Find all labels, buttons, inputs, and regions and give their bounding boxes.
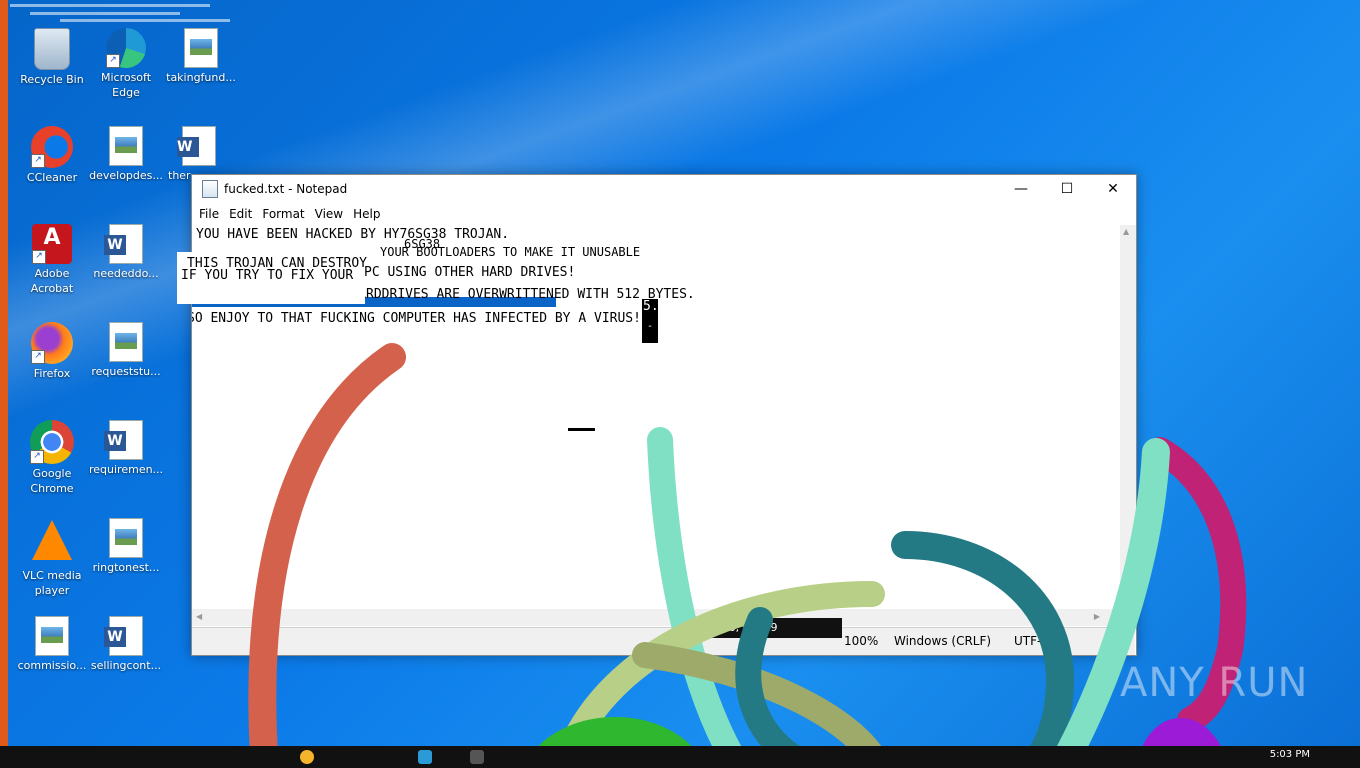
word-file-icon	[104, 224, 143, 264]
desktop-icon-recycle-bin[interactable]: Recycle Bin	[15, 28, 89, 87]
desktop-icon-ccleaner[interactable]: ↗ CCleaner	[15, 126, 89, 185]
menu-file[interactable]: File	[194, 207, 224, 221]
desktop-icon-requiremen[interactable]: requiremen...	[89, 420, 163, 477]
text-line: YOU HAVE BEEN HACKED BY HY76SG38 TROJAN.	[196, 227, 510, 242]
image-file-icon	[109, 518, 143, 558]
notepad-icon	[202, 180, 218, 198]
status-encoding: UTF-8	[1014, 634, 1049, 648]
taskbar: 5:03 PM	[0, 746, 1360, 768]
shortcut-arrow-icon: ↗	[31, 350, 45, 364]
desktop-icon-chrome[interactable]: ↗ Google Chrome	[15, 420, 89, 496]
chrome-icon: ↗	[30, 420, 74, 464]
window-controls: — ☐ ✕	[998, 175, 1136, 203]
clock[interactable]: 5:03 PM	[1270, 750, 1310, 760]
text-line: PC USING OTHER HARD DRIVES!	[364, 265, 576, 280]
vertical-scrollbar[interactable]	[1120, 225, 1136, 609]
word-file-icon	[104, 420, 143, 460]
text-cursor-artifact	[568, 428, 595, 431]
word-file-icon	[104, 616, 143, 656]
minimize-button[interactable]: —	[998, 175, 1044, 203]
close-button[interactable]: ✕	[1090, 175, 1136, 203]
acrobat-icon: ↗	[32, 224, 72, 264]
recycle-bin-icon	[34, 28, 70, 70]
desktop-icon-firefox[interactable]: ↗ Firefox	[15, 322, 89, 381]
notepad-window[interactable]: fucked.txt - Notepad — ☐ ✕ File Edit For…	[191, 174, 1137, 656]
glitch-text-box: THIS TROJAN CAN DESTROY IF YOU TRY TO FI…	[177, 252, 367, 304]
text-line: IF YOU TRY TO FIX YOUR	[181, 268, 354, 283]
status-bar: 100% Windows (CRLF) UTF-8	[192, 627, 1135, 655]
weather-icon[interactable]	[300, 750, 314, 764]
desktop-icon-developdes[interactable]: developdes...	[89, 126, 163, 183]
text-line: 5.	[643, 299, 659, 314]
window-title: fucked.txt - Notepad	[224, 182, 348, 196]
desktop-icon-requeststu[interactable]: requeststu...	[89, 322, 163, 379]
desktop-icon-ringtonest[interactable]: ringtonest...	[89, 518, 163, 575]
horizontal-scrollbar[interactable]	[192, 609, 1120, 626]
text-line: SO ENJOY TO THAT FUCKING COMPUTER HAS IN…	[192, 311, 641, 326]
desktop-icon-vlc[interactable]: VLC media player	[15, 518, 89, 598]
image-file-icon	[35, 616, 69, 656]
menu-view[interactable]: View	[310, 207, 348, 221]
status-position-tooltip: Ln 6, Col 59	[704, 618, 842, 638]
edge-taskbar-icon[interactable]	[418, 750, 432, 764]
text-line: -	[647, 321, 654, 332]
screen-glitch-strip	[0, 0, 8, 746]
title-bar[interactable]: fucked.txt - Notepad — ☐ ✕	[192, 175, 1136, 203]
image-file-icon	[109, 322, 143, 362]
desktop-icon-edge[interactable]: ↗ Microsoft Edge	[89, 28, 163, 100]
shortcut-arrow-icon: ↗	[30, 450, 44, 464]
shortcut-arrow-icon: ↗	[106, 54, 120, 68]
status-zoom: 100%	[844, 634, 879, 648]
vlc-icon	[32, 520, 72, 560]
edge-icon: ↗	[106, 28, 146, 68]
menu-edit[interactable]: Edit	[224, 207, 257, 221]
menu-format[interactable]: Format	[257, 207, 309, 221]
shortcut-arrow-icon: ↗	[32, 250, 46, 264]
top-glitch-artifact	[0, 0, 250, 26]
menu-bar: File Edit Format View Help	[192, 203, 1136, 225]
word-file-icon	[177, 126, 216, 166]
ccleaner-icon: ↗	[31, 126, 73, 168]
firefox-icon: ↗	[31, 322, 73, 364]
taskbar-app-icon[interactable]	[470, 750, 484, 764]
image-file-icon	[184, 28, 218, 68]
text-line: YOUR BOOTLOADERS TO MAKE IT UNUSABLE	[380, 245, 641, 259]
status-line-ending: Windows (CRLF)	[894, 634, 992, 648]
maximize-button[interactable]: ☐	[1044, 175, 1090, 203]
desktop-icon-acrobat[interactable]: ↗ Adobe Acrobat	[15, 224, 89, 296]
image-file-icon	[109, 126, 143, 166]
menu-help[interactable]: Help	[348, 207, 385, 221]
desktop-icon-neededdo[interactable]: neededdo...	[89, 224, 163, 281]
anyrun-watermark: ANY RUN	[1120, 660, 1309, 706]
desktop-icon-commissio[interactable]: commissio...	[15, 616, 89, 673]
desktop-icon-sellingcont[interactable]: sellingcont...	[89, 616, 163, 673]
shortcut-arrow-icon: ↗	[31, 154, 45, 168]
desktop-icon-takingfund[interactable]: takingfund...	[164, 28, 238, 85]
